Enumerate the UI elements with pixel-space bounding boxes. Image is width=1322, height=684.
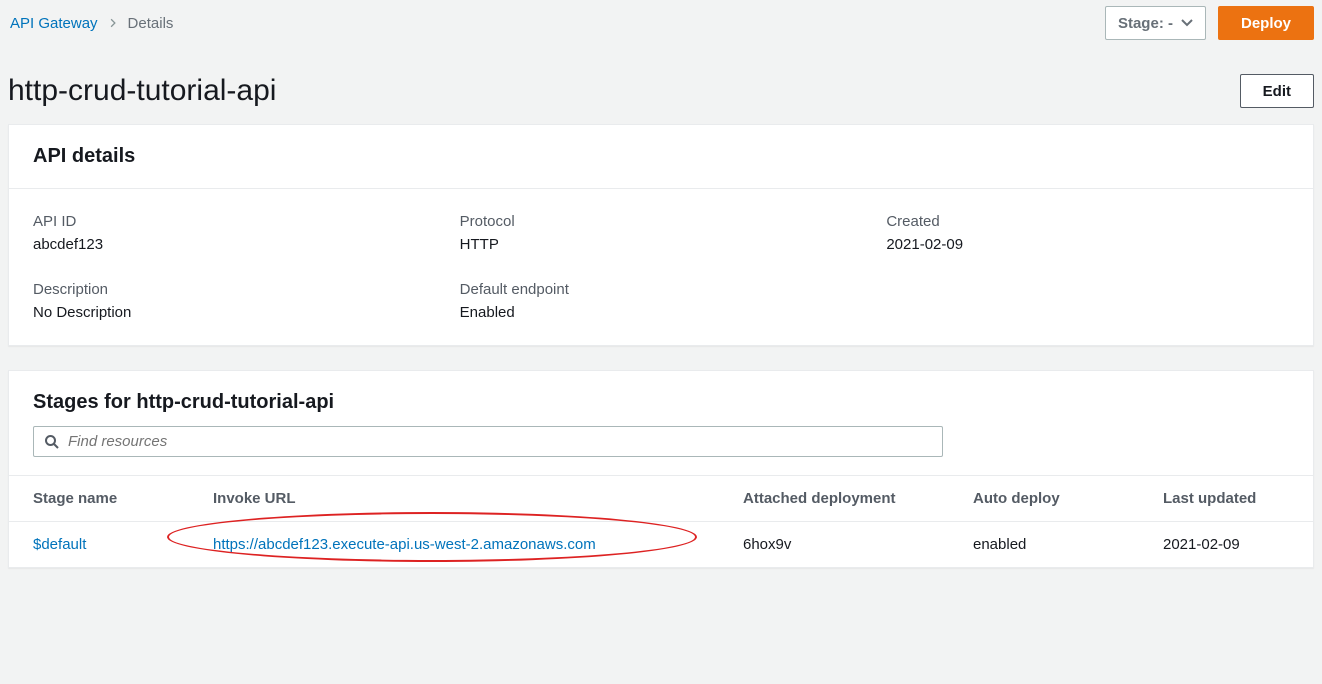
stages-panel: Stages for http-crud-tutorial-api Stage …: [8, 370, 1314, 568]
auto-deploy-value: enabled: [949, 522, 1139, 568]
breadcrumb-current: Details: [128, 15, 174, 32]
api-details-panel: API details API ID abcdef123 Protocol HT…: [8, 124, 1314, 346]
breadcrumb: API Gateway Details: [8, 15, 173, 32]
api-details-title: API details: [33, 145, 1289, 168]
caret-down-icon: [1181, 18, 1193, 28]
stage-name-link[interactable]: $default: [33, 536, 86, 553]
api-id-label: API ID: [33, 213, 436, 230]
default-endpoint-value: Enabled: [460, 304, 863, 321]
breadcrumb-root-link[interactable]: API Gateway: [10, 15, 98, 32]
page-title: http-crud-tutorial-api: [8, 74, 276, 108]
invoke-url-link[interactable]: https://abcdef123.execute-api.us-west-2.…: [213, 536, 596, 553]
description-label: Description: [33, 281, 436, 298]
created-value: 2021-02-09: [886, 236, 1289, 253]
table-row: $default https://abcdef123.execute-api.u…: [9, 522, 1313, 568]
col-auto-deploy[interactable]: Auto deploy: [949, 476, 1139, 522]
default-endpoint-label: Default endpoint: [460, 281, 863, 298]
description-value: No Description: [33, 304, 436, 321]
chevron-right-icon: [108, 15, 118, 32]
stages-table: Stage name Invoke URL Attached deploymen…: [9, 475, 1313, 567]
created-label: Created: [886, 213, 1289, 230]
protocol-value: HTTP: [460, 236, 863, 253]
stage-select-label: Stage: -: [1118, 15, 1173, 32]
edit-button[interactable]: Edit: [1240, 74, 1314, 108]
col-attached-deployment[interactable]: Attached deployment: [719, 476, 949, 522]
api-id-value: abcdef123: [33, 236, 436, 253]
last-updated-value: 2021-02-09: [1139, 522, 1313, 568]
protocol-label: Protocol: [460, 213, 863, 230]
search-input[interactable]: [68, 433, 932, 450]
col-invoke-url[interactable]: Invoke URL: [189, 476, 719, 522]
attached-deployment-value: 6hox9v: [719, 522, 949, 568]
stages-title: Stages for http-crud-tutorial-api: [33, 391, 1289, 414]
col-last-updated[interactable]: Last updated: [1139, 476, 1313, 522]
search-box: [33, 426, 943, 457]
col-stage-name[interactable]: Stage name: [9, 476, 189, 522]
deploy-button[interactable]: Deploy: [1218, 6, 1314, 40]
stage-select[interactable]: Stage: -: [1105, 6, 1206, 40]
search-icon: [44, 434, 60, 450]
